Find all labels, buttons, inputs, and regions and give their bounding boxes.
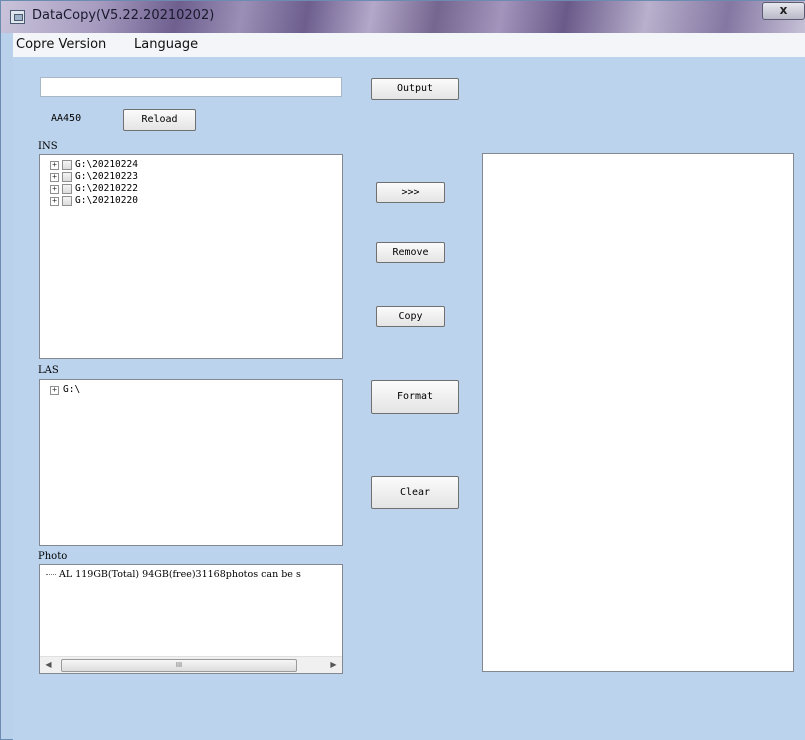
menu-bar: Copre Version Language [13, 33, 805, 57]
horizontal-scrollbar[interactable]: ◀ III ▶ [40, 656, 342, 673]
menu-copre-version[interactable]: Copre Version [16, 37, 106, 52]
arrow-left-icon[interactable]: ◀ [40, 657, 57, 673]
copy-button[interactable]: Copy [376, 306, 445, 327]
expand-icon[interactable]: + [50, 185, 59, 194]
remove-button[interactable]: Remove [376, 242, 445, 263]
photo-item-label: AL 119GB(Total) 94GB(free)31168photos ca… [59, 569, 301, 580]
photo-list[interactable]: AL 119GB(Total) 94GB(free)31168photos ca… [39, 564, 343, 674]
tree-item-label: G:\20210223 [75, 171, 138, 182]
tree-item-label: G:\ [63, 384, 81, 395]
selected-items-list[interactable] [482, 153, 794, 672]
add-button[interactable]: >>> [376, 182, 445, 203]
expand-icon[interactable]: + [50, 386, 59, 395]
scroll-thumb[interactable]: III [61, 659, 297, 672]
photo-label: Photo [38, 551, 68, 562]
tree-line [46, 574, 56, 575]
las-tree[interactable]: + G:\ [39, 379, 343, 546]
ins-tree[interactable]: + G:\20210224 + G:\20210223 + G:\2021022… [39, 154, 343, 359]
expand-icon[interactable]: + [50, 173, 59, 182]
main-client-area: Output AA450 Reload INS + G:\20210224 + … [13, 57, 805, 740]
reload-button[interactable]: Reload [123, 109, 196, 131]
ins-label: INS [38, 141, 58, 152]
arrow-right-icon[interactable]: ▶ [325, 657, 342, 673]
app-icon [10, 10, 25, 24]
expand-icon[interactable]: + [50, 161, 59, 170]
device-label: AA450 [51, 113, 82, 124]
format-button[interactable]: Format [371, 380, 459, 414]
item-checkbox[interactable] [62, 196, 72, 206]
output-button[interactable]: Output [371, 78, 459, 100]
item-checkbox[interactable] [62, 184, 72, 194]
item-checkbox[interactable] [62, 172, 72, 182]
datacopy-window: DataCopy(V5.22.20210202) x Copre Version… [0, 0, 805, 740]
title-bar[interactable]: DataCopy(V5.22.20210202) x [1, 1, 805, 33]
clear-button[interactable]: Clear [371, 476, 459, 509]
output-path-input[interactable] [40, 77, 342, 97]
las-label: LAS [38, 365, 59, 376]
tree-item-label: G:\20210224 [75, 159, 138, 170]
item-checkbox[interactable] [62, 160, 72, 170]
window-title: DataCopy(V5.22.20210202) [32, 8, 215, 23]
expand-icon[interactable]: + [50, 197, 59, 206]
tree-item-label: G:\20210222 [75, 183, 138, 194]
menu-language[interactable]: Language [134, 37, 198, 52]
tree-item-label: G:\20210220 [75, 195, 138, 206]
close-button[interactable]: x [762, 2, 805, 20]
